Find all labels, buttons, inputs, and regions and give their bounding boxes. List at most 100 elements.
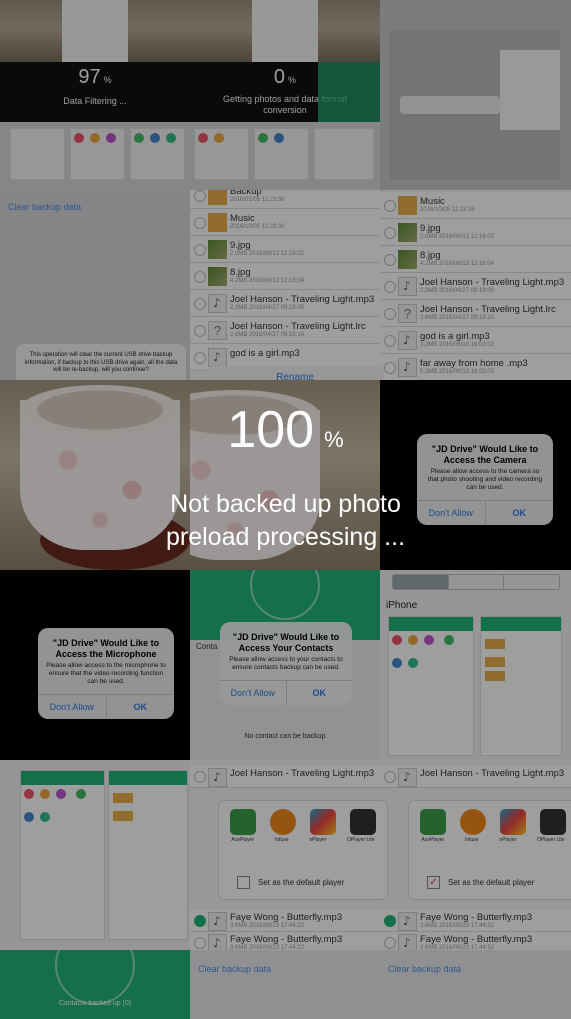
file-name: Joel Hanson - Traveling Light.mp3 <box>420 768 565 779</box>
select-circle-icon[interactable] <box>384 254 396 266</box>
nplayer-icon[interactable] <box>500 809 526 835</box>
tile-clear-dialog-preview <box>380 0 571 190</box>
infuse-icon[interactable] <box>270 809 296 835</box>
file-meta: 3.6MB 2016/06/23 17:44:32 <box>420 923 495 929</box>
select-circle-icon[interactable] <box>384 200 396 212</box>
file-name: Faye Wong - Butterfly.mp3 <box>420 934 533 945</box>
select-circle-icon[interactable] <box>384 308 396 320</box>
audio-icon <box>208 348 227 367</box>
player-picker: AcePlayer Infuse nPlayer OPlayer Lite Se… <box>218 800 388 900</box>
select-circle-icon[interactable] <box>194 244 206 256</box>
mini-screen <box>194 128 249 180</box>
checkmark-icon[interactable]: ✓ <box>427 876 440 889</box>
list-item[interactable]: Faye Wong - Butterfly.mp33.6MB 2016/06/2… <box>380 910 571 932</box>
tile-data-filtering: 97% Data Filtering ... <box>0 0 190 190</box>
checkbox-icon[interactable] <box>237 876 250 889</box>
file-name: Faye Wong - Butterfly.mp3 <box>230 934 343 945</box>
list-item[interactable]: Joel Hanson - Traveling Light.mp3 <box>380 766 571 788</box>
list-item[interactable]: Backup 2016/01/05 11:23:36 <box>190 190 380 209</box>
mini-screens <box>0 122 190 190</box>
default-player-label: Set as the default player <box>448 878 535 887</box>
mini-list-thumbnail <box>500 50 560 130</box>
player-names: AcePlayer Infuse nPlayer OPlayer Lite <box>409 837 571 843</box>
player-name: nPlayer <box>309 837 327 843</box>
segmented-control[interactable] <box>392 574 560 590</box>
dont-allow-button[interactable]: Don't Allow <box>38 695 106 719</box>
select-circle-icon[interactable] <box>194 298 206 310</box>
progress-percent: 97% <box>78 66 112 88</box>
list-item[interactable]: Music 2016/10/05 11:23:36 <box>190 209 380 236</box>
list-item[interactable]: far away from home .mp35.3MB 2016/06/18 … <box>380 354 571 380</box>
select-circle-icon[interactable] <box>384 915 396 927</box>
clear-backup-link[interactable]: Clear backup data <box>198 964 271 974</box>
audio-icon <box>398 934 417 950</box>
progress-label: Data Filtering ... <box>63 96 127 106</box>
progress-band: 97% Data Filtering ... <box>0 62 190 122</box>
list-item[interactable]: Joel Hanson - Traveling Light.mp32.3MB 2… <box>190 290 380 317</box>
select-circle-icon[interactable] <box>384 771 396 783</box>
select-circle-icon[interactable] <box>194 325 206 337</box>
contacts-logo <box>250 570 320 620</box>
contact-tab-label: Conta <box>196 642 218 651</box>
tile-contacts-permission: Conta "JD Drive" Would Like to Access Yo… <box>190 570 380 760</box>
cup-thumbnail <box>0 0 62 62</box>
list-item[interactable]: Faye Wong - Butterfly.mp33.6MB 2016/06/2… <box>190 910 380 932</box>
select-circle-icon[interactable] <box>194 217 206 229</box>
list-item[interactable]: Faye Wong - Butterfly.mp33.6MB 2016/06/2… <box>380 932 571 950</box>
select-circle-icon[interactable] <box>194 771 206 783</box>
select-circle-icon[interactable] <box>194 352 206 364</box>
player-name: Infuse <box>274 837 289 843</box>
select-circle-icon[interactable] <box>384 227 396 239</box>
list-item[interactable]: 8.jpg 4.2MB 2016/06/13 12:16:04 <box>190 263 380 290</box>
list-item[interactable]: ? Joel Hanson - Traveling Light.lrc 2.6MB … <box>190 317 380 344</box>
list-item[interactable]: Music 2016/10/05 11:23:36 <box>380 192 571 219</box>
select-circle-icon[interactable] <box>384 281 396 293</box>
select-circle-icon[interactable] <box>194 915 206 927</box>
mini-screen <box>254 128 309 180</box>
file-name: Joel Hanson - Traveling Light.mp3 <box>230 294 375 305</box>
aceplayer-icon[interactable] <box>230 809 256 835</box>
mini-screen <box>70 128 125 180</box>
infuse-icon[interactable] <box>460 809 486 835</box>
file-meta: 2016/10/05 11:23:36 <box>230 224 285 230</box>
ok-button[interactable]: OK <box>285 680 353 705</box>
nplayer-icon[interactable] <box>310 809 336 835</box>
ok-button[interactable]: OK <box>105 694 175 719</box>
file-meta: 2016/10/05 11:23:36 <box>420 207 475 213</box>
player-name: AcePlayer <box>421 837 445 843</box>
default-player-checkbox[interactable]: ✓ Set as the default player <box>427 876 534 889</box>
list-item[interactable]: ? Joel Hanson - Traveling Light.lrc 2.6MB … <box>380 300 571 327</box>
oplayer-icon[interactable] <box>540 809 566 835</box>
contacts-permission-alert: "JD Drive" Would Like to Access Your Con… <box>220 622 352 705</box>
mini-list-thumbnail <box>252 0 318 62</box>
tile-clear-backup-footer: Clear backup data <box>380 950 571 1019</box>
clear-backup-link[interactable]: Clear backup data <box>8 202 81 212</box>
select-circle-icon[interactable] <box>384 362 396 374</box>
select-circle-icon[interactable] <box>194 271 206 283</box>
oplayer-icon[interactable] <box>350 809 376 835</box>
dont-allow-button[interactable]: Don't Allow <box>220 681 286 705</box>
file-name: Music <box>230 213 255 224</box>
select-circle-icon[interactable] <box>384 937 396 949</box>
unknown-icon: ? <box>208 321 227 340</box>
alert-message: Please allow access to your contacts to … <box>229 655 343 671</box>
aceplayer-icon[interactable] <box>420 809 446 835</box>
tile-format-conversion: 0% Getting photos and data format conver… <box>190 0 380 190</box>
select-circle-icon[interactable] <box>194 190 206 202</box>
list-item[interactable]: Faye Wong - Butterfly.mp33.6MB 2016/06/2… <box>190 932 380 950</box>
list-item[interactable]: Joel Hanson - Traveling Light.mp3 <box>190 766 380 788</box>
select-circle-icon[interactable] <box>384 335 396 347</box>
list-item[interactable]: Joel Hanson - Traveling Light.mp32.3MB 2… <box>380 273 571 300</box>
folder-icon <box>398 196 417 215</box>
audio-icon <box>208 768 227 787</box>
alert-title: "JD Drive" Would Like to Access the Micr… <box>52 638 160 659</box>
clear-backup-link[interactable]: Clear backup data <box>388 964 461 974</box>
select-circle-icon[interactable] <box>194 937 206 949</box>
mini-screen-home <box>388 616 474 756</box>
default-player-checkbox[interactable]: Set as the default player <box>237 876 344 889</box>
file-name: 9.jpg <box>230 240 251 251</box>
list-item[interactable]: 8.jpg 4.2MB 2016/06/13 12:16:04 <box>380 246 571 273</box>
list-item[interactable]: 9.jpg 2.0MB 2016/06/13 12:16:02 <box>190 236 380 263</box>
list-item[interactable]: 9.jpg 2.0MB 2016/06/13 12:16:02 <box>380 219 571 246</box>
list-item[interactable]: god is a girl.mp33.2MB 2016/06/18 16:02:… <box>380 327 571 354</box>
